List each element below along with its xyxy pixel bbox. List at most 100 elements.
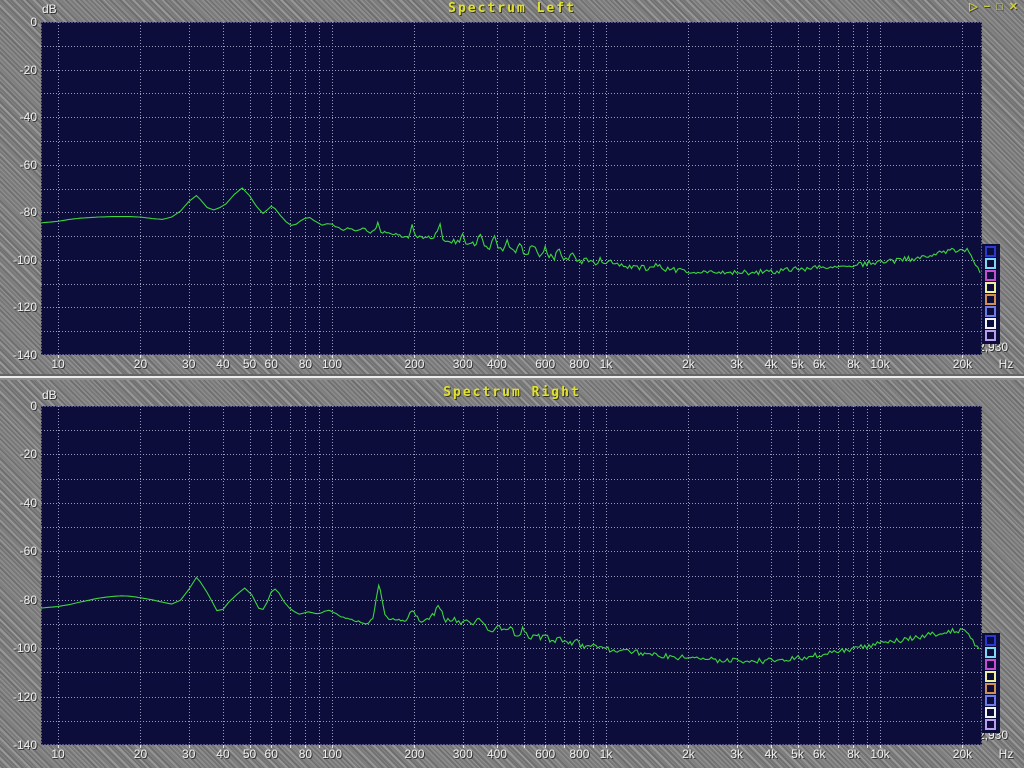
x-tick-label: 800 [569, 357, 589, 371]
legend-swatch-4[interactable] [985, 282, 996, 293]
x-tick-mark [497, 355, 498, 358]
x-tick-label: 100 [322, 747, 342, 761]
legend-swatch-7[interactable] [985, 707, 996, 718]
x-tick-label: 10k [870, 747, 889, 761]
plot-background [41, 406, 982, 745]
x-tick-label: 60 [265, 357, 278, 371]
panel-title-spectrum-right: Spectrum Right [0, 385, 1024, 400]
legend-swatch-3[interactable] [985, 659, 996, 670]
x-tick-label: 3k [730, 747, 743, 761]
y-tick-label: -40 [0, 110, 37, 124]
x-tick-label: 10k [870, 357, 889, 371]
x-tick-label: 30 [182, 747, 195, 761]
x-tick-mark [140, 745, 141, 748]
legend-swatch-7[interactable] [985, 318, 996, 329]
y-axis-unit-label: dB [42, 2, 57, 16]
legend-swatch-8[interactable] [985, 330, 996, 341]
x-tick-label: 300 [453, 747, 473, 761]
x-tick-mark [688, 745, 689, 748]
x-tick-label: 400 [487, 747, 507, 761]
x-tick-mark [545, 355, 546, 358]
x-tick-label: 200 [404, 747, 424, 761]
x-tick-mark [497, 745, 498, 748]
x-tick-mark [564, 355, 565, 358]
x-tick-mark [58, 355, 59, 358]
x-tick-mark [223, 355, 224, 358]
y-tick-label: -120 [0, 300, 37, 314]
y-tick-label: -140 [0, 348, 37, 362]
legend-swatch-1[interactable] [985, 635, 996, 646]
x-tick-mark [798, 355, 799, 358]
x-tick-mark [593, 745, 594, 748]
x-tick-label: 80 [299, 357, 312, 371]
x-tick-label: 10 [51, 357, 64, 371]
x-tick-label: 40 [216, 747, 229, 761]
legend-swatch-5[interactable] [985, 683, 996, 694]
spectrum-plot-right[interactable] [41, 406, 982, 745]
x-tick-mark [271, 745, 272, 748]
x-tick-mark [271, 355, 272, 358]
legend-swatch-4[interactable] [985, 671, 996, 682]
x-tick-label: 6k [813, 747, 826, 761]
legend-swatch-2[interactable] [985, 647, 996, 658]
y-tick-label: -60 [0, 158, 37, 172]
x-tick-label: 5k [791, 747, 804, 761]
x-tick-label: 40 [216, 357, 229, 371]
x-tick-mark [564, 745, 565, 748]
legend-swatch-8[interactable] [985, 719, 996, 730]
x-tick-mark [463, 745, 464, 748]
x-tick-mark [305, 745, 306, 748]
x-tick-label: 30 [182, 357, 195, 371]
y-axis-unit-label: dB [42, 388, 57, 402]
x-tick-mark [593, 355, 594, 358]
legend-swatch-6[interactable] [985, 695, 996, 706]
x-tick-label: 1k [600, 747, 613, 761]
x-tick-mark [798, 745, 799, 748]
x-tick-mark [853, 355, 854, 358]
x-axis-unit-label: Hz [993, 357, 1019, 371]
x-tick-label: 6k [813, 357, 826, 371]
x-tick-label: 300 [453, 357, 473, 371]
x-tick-mark [737, 745, 738, 748]
y-tick-label: 0 [0, 15, 37, 29]
x-tick-label: 50 [243, 357, 256, 371]
y-tick-label: -120 [0, 690, 37, 704]
x-tick-label: 50 [243, 747, 256, 761]
x-tick-label: 8k [847, 747, 860, 761]
x-tick-mark [524, 745, 525, 748]
x-tick-label: 10 [51, 747, 64, 761]
spectrum-plot-left[interactable] [41, 22, 982, 355]
x-tick-label: 600 [535, 747, 555, 761]
x-tick-mark [58, 745, 59, 748]
x-tick-mark [838, 355, 839, 358]
x-tick-mark [579, 745, 580, 748]
x-tick-mark [771, 745, 772, 748]
legend-swatch-6[interactable] [985, 306, 996, 317]
x-tick-label: 1k [600, 357, 613, 371]
x-tick-label: 3k [730, 357, 743, 371]
x-tick-label: 60 [265, 747, 278, 761]
panel-divider [0, 374, 1024, 380]
x-tick-label: 400 [487, 357, 507, 371]
x-tick-mark [290, 355, 291, 358]
x-tick-mark [223, 745, 224, 748]
x-tick-mark [305, 355, 306, 358]
x-axis-unit-label: Hz [993, 747, 1019, 761]
legend-swatch-5[interactable] [985, 294, 996, 305]
x-tick-mark [189, 355, 190, 358]
legend-swatch-1[interactable] [985, 246, 996, 257]
legend-swatch-3[interactable] [985, 270, 996, 281]
x-tick-mark [606, 745, 607, 748]
legend-swatch-2[interactable] [985, 258, 996, 269]
x-tick-label: 20 [134, 357, 147, 371]
x-tick-mark [250, 745, 251, 748]
x-tick-mark [853, 745, 854, 748]
x-tick-mark [319, 355, 320, 358]
x-tick-mark [414, 745, 415, 748]
x-tick-label: 80 [299, 747, 312, 761]
x-tick-mark [819, 355, 820, 358]
x-tick-mark [880, 745, 881, 748]
x-tick-label: 600 [535, 357, 555, 371]
y-tick-label: -20 [0, 63, 37, 77]
x-tick-mark [189, 745, 190, 748]
